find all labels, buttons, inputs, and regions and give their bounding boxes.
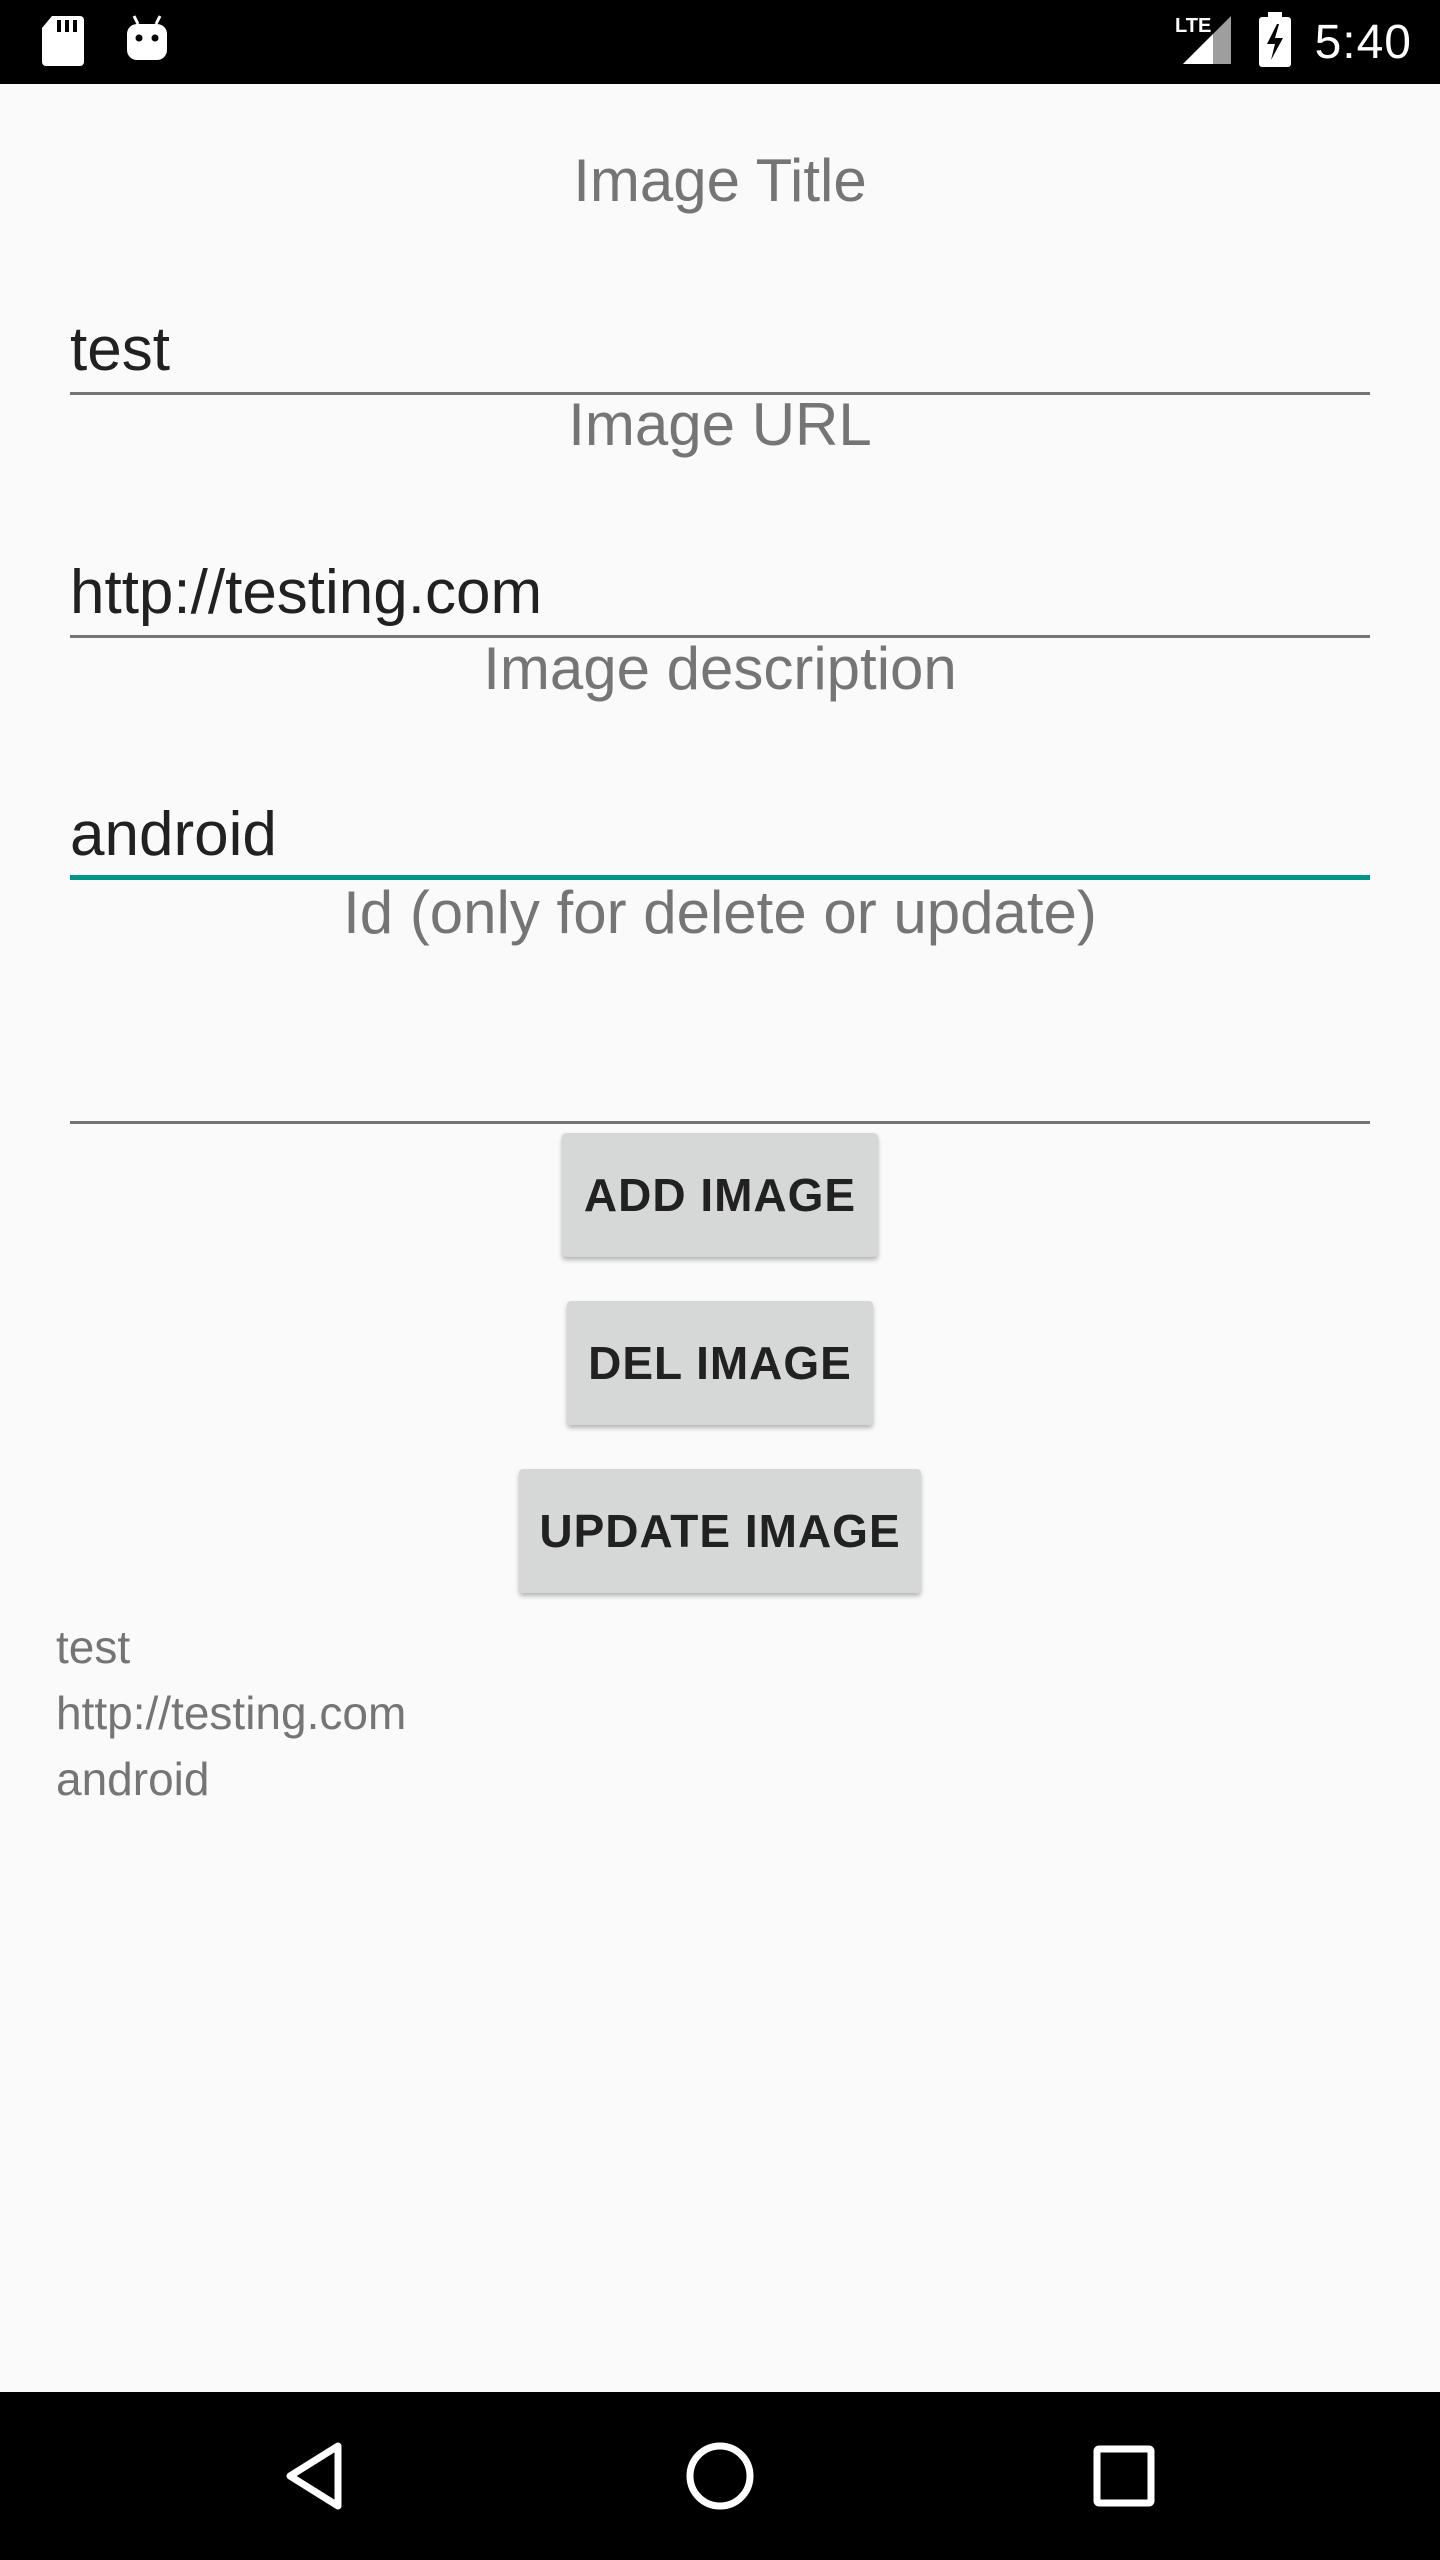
navigation-bar [0, 2392, 1440, 2560]
recents-icon[interactable] [1080, 2432, 1168, 2520]
image-description-label: Image description [483, 635, 957, 702]
image-title-field[interactable]: test [70, 305, 1370, 395]
result-description: android [56, 1753, 210, 1805]
result-title: test [56, 1621, 131, 1673]
add-image-button[interactable]: ADD IMAGE [562, 1133, 878, 1257]
clock: 5:40 [1314, 15, 1412, 69]
image-form: Image Title test Image URL http://testin… [0, 84, 1440, 2392]
android-icon [124, 14, 170, 69]
image-url-label: Image URL [568, 391, 872, 458]
signal-icon: LTE [1175, 12, 1235, 73]
update-image-button[interactable]: UPDATE IMAGE [519, 1469, 921, 1593]
home-icon[interactable] [676, 2432, 764, 2520]
image-url-field[interactable]: http://testing.com [70, 548, 1370, 638]
battery-charging-icon [1257, 11, 1293, 73]
id-label: Id (only for delete or update) [343, 879, 1097, 946]
status-right: LTE 5:40 [1175, 0, 1412, 84]
image-title-label: Image Title [573, 147, 867, 214]
status-bar: LTE 5:40 [0, 0, 1440, 84]
delete-image-button[interactable]: DEL IMAGE [567, 1301, 873, 1425]
result-url: http://testing.com [56, 1687, 407, 1739]
back-icon[interactable] [272, 2432, 360, 2520]
sd-card-icon [40, 14, 86, 73]
image-description-field[interactable]: android [70, 790, 1370, 880]
svg-text:LTE: LTE [1175, 15, 1211, 37]
id-field[interactable] [70, 1034, 1370, 1124]
